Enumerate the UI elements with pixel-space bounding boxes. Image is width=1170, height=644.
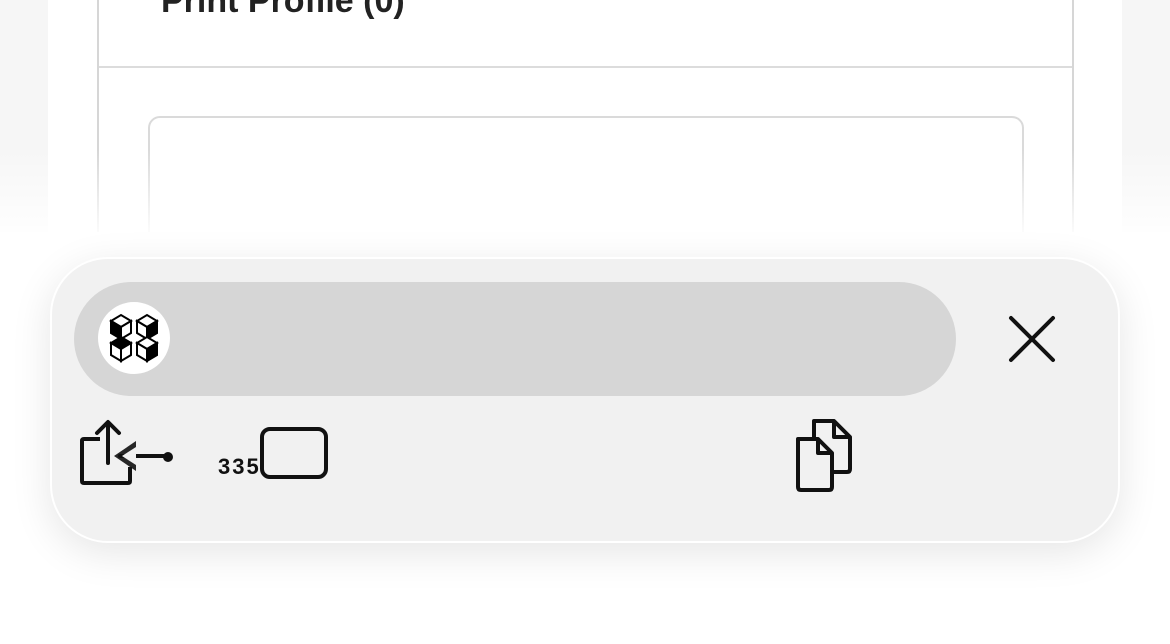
tab-count: 335 <box>218 454 261 479</box>
copy-button[interactable] <box>794 417 858 493</box>
content-fade <box>0 150 1170 232</box>
back-arrow-icon <box>114 441 173 471</box>
copy-documents-icon <box>796 419 852 492</box>
card-title: Print Profile (0) <box>161 0 405 20</box>
browser-bottom-sheet: 335 <box>50 257 1120 543</box>
close-icon <box>1009 316 1055 362</box>
address-bar[interactable] <box>74 282 956 396</box>
card-divider <box>99 66 1072 68</box>
close-button[interactable] <box>1002 309 1062 369</box>
share-button[interactable] <box>80 419 180 489</box>
tabs-icon <box>260 427 328 479</box>
tabs-button[interactable] <box>260 427 330 483</box>
site-logo-icon <box>98 302 170 374</box>
